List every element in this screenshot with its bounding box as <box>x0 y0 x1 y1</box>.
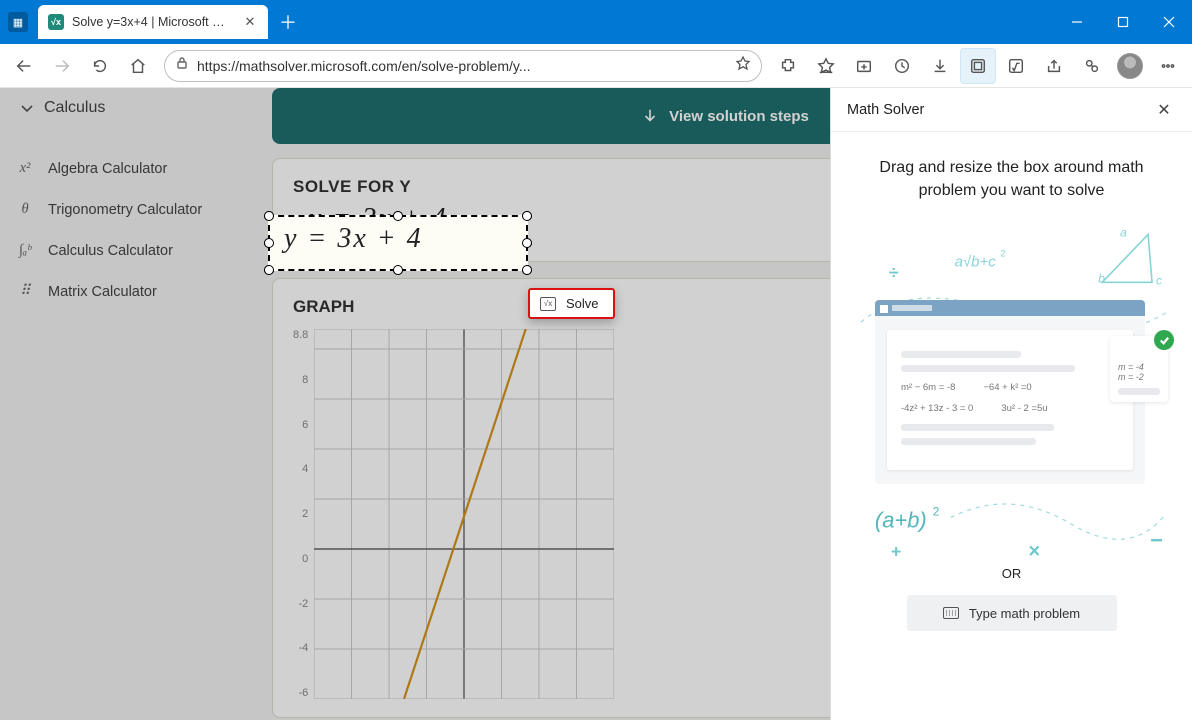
window-maximize-button[interactable] <box>1100 0 1146 44</box>
arrow-down-icon <box>641 107 659 125</box>
downloads-button[interactable] <box>922 48 958 84</box>
window-minimize-button[interactable] <box>1054 0 1100 44</box>
sidebar-item-matrix[interactable]: ⠿ Matrix Calculator <box>0 271 248 312</box>
type-btn-label: Type math problem <box>969 606 1080 621</box>
math-solver-button[interactable] <box>998 48 1034 84</box>
browser-toolbar: https://mathsolver.microsoft.com/en/solv… <box>0 44 1192 88</box>
tab-favicon: √x <box>48 14 64 30</box>
math-solver-panel: Math Solver ✕ Drag and resize the box ar… <box>830 88 1192 720</box>
url-text: https://mathsolver.microsoft.com/en/solv… <box>197 58 727 74</box>
panel-close-button[interactable]: ✕ <box>1152 98 1176 122</box>
svg-text:c: c <box>1156 274 1162 288</box>
extensions-button[interactable] <box>770 48 806 84</box>
solve-icon: √x <box>540 297 556 311</box>
solve-popup-button[interactable]: √x Solve <box>528 288 615 319</box>
svg-text:−: − <box>1150 528 1163 553</box>
sidebar-item-label: Algebra Calculator <box>48 161 167 177</box>
sidebar-item-label: Trigonometry Calculator <box>48 202 202 218</box>
graph-plot <box>314 329 614 699</box>
history-button[interactable] <box>884 48 920 84</box>
svg-text:2: 2 <box>1001 249 1006 259</box>
result-badge: m = -4 m = -2 <box>1110 336 1168 402</box>
window-close-button[interactable] <box>1146 0 1192 44</box>
type-math-problem-button[interactable]: Type math problem <box>907 595 1117 631</box>
keyboard-icon <box>943 607 959 619</box>
share-button[interactable] <box>1036 48 1072 84</box>
forward-button <box>44 48 80 84</box>
algebra-icon: x² <box>16 160 34 177</box>
solve-label: Solve <box>566 296 599 311</box>
browser-tab[interactable]: √x Solve y=3x+4 | Microsoft Math S ✕ <box>38 5 268 39</box>
svg-text:÷: ÷ <box>889 263 899 283</box>
math-crop-box-visible[interactable]: y = 3x + 4 <box>268 215 528 271</box>
calculus-icon: ∫ₐᵇ <box>16 242 34 259</box>
or-divider: OR <box>851 566 1172 581</box>
address-bar[interactable]: https://mathsolver.microsoft.com/en/solv… <box>164 50 762 82</box>
panel-header: Math Solver ✕ <box>831 88 1192 132</box>
back-button[interactable] <box>6 48 42 84</box>
page-sidebar: Calculus x² Algebra Calculator θ Trigono… <box>0 88 258 720</box>
svg-text:a: a <box>1120 226 1127 240</box>
lock-icon <box>175 56 189 75</box>
panel-lead-text: Drag and resize the box around math prob… <box>851 156 1172 202</box>
trig-icon: θ <box>16 201 34 218</box>
chevron-down-icon <box>20 101 34 115</box>
performance-button[interactable] <box>1074 48 1110 84</box>
matrix-icon: ⠿ <box>16 283 34 300</box>
avatar <box>1117 53 1143 79</box>
home-button[interactable] <box>120 48 156 84</box>
sidebar-item-algebra[interactable]: x² Algebra Calculator <box>0 148 248 189</box>
collections-button[interactable] <box>846 48 882 84</box>
window-titlebar: ▦ √x Solve y=3x+4 | Microsoft Math S ✕ ＋ <box>0 0 1192 44</box>
reader-icon[interactable] <box>735 55 751 76</box>
menu-button[interactable] <box>1150 48 1186 84</box>
svg-text:×: × <box>1028 541 1040 559</box>
web-capture-button[interactable] <box>960 48 996 84</box>
panel-title: Math Solver <box>847 102 924 118</box>
equation-in-selection: y = 3x + 4 <box>270 217 526 261</box>
sidebar-item-label: Calculus Calculator <box>48 243 173 259</box>
svg-text:b: b <box>1098 272 1105 286</box>
tab-title: Solve y=3x+4 | Microsoft Math S <box>72 15 234 29</box>
profile-button[interactable] <box>1112 48 1148 84</box>
sidebar-item-label: Matrix Calculator <box>48 284 157 300</box>
graph-yticks: 8.8 8 6 4 2 0 -2 -4 -6 <box>293 329 314 699</box>
category-label: Calculus <box>44 99 105 117</box>
sidebar-item-calculus[interactable]: ∫ₐᵇ Calculus Calculator <box>0 230 248 271</box>
category-toggle[interactable]: Calculus <box>0 88 248 128</box>
svg-text:a√b+c: a√b+c <box>955 254 997 271</box>
panel-illustration: a b c a√b+c 2 ÷ (a+b) 2 − + × <box>851 218 1172 558</box>
view-steps-label: View solution steps <box>669 108 809 125</box>
svg-text:(a+b): (a+b) <box>875 508 927 533</box>
sidebar-item-trigonometry[interactable]: θ Trigonometry Calculator <box>0 189 248 230</box>
refresh-button[interactable] <box>82 48 118 84</box>
favorites-button[interactable] <box>808 48 844 84</box>
svg-text:+: + <box>891 542 901 559</box>
new-tab-button[interactable]: ＋ <box>274 8 302 36</box>
app-icon: ▦ <box>8 12 28 32</box>
svg-text:2: 2 <box>933 505 940 519</box>
tab-close-icon[interactable]: ✕ <box>242 14 258 30</box>
